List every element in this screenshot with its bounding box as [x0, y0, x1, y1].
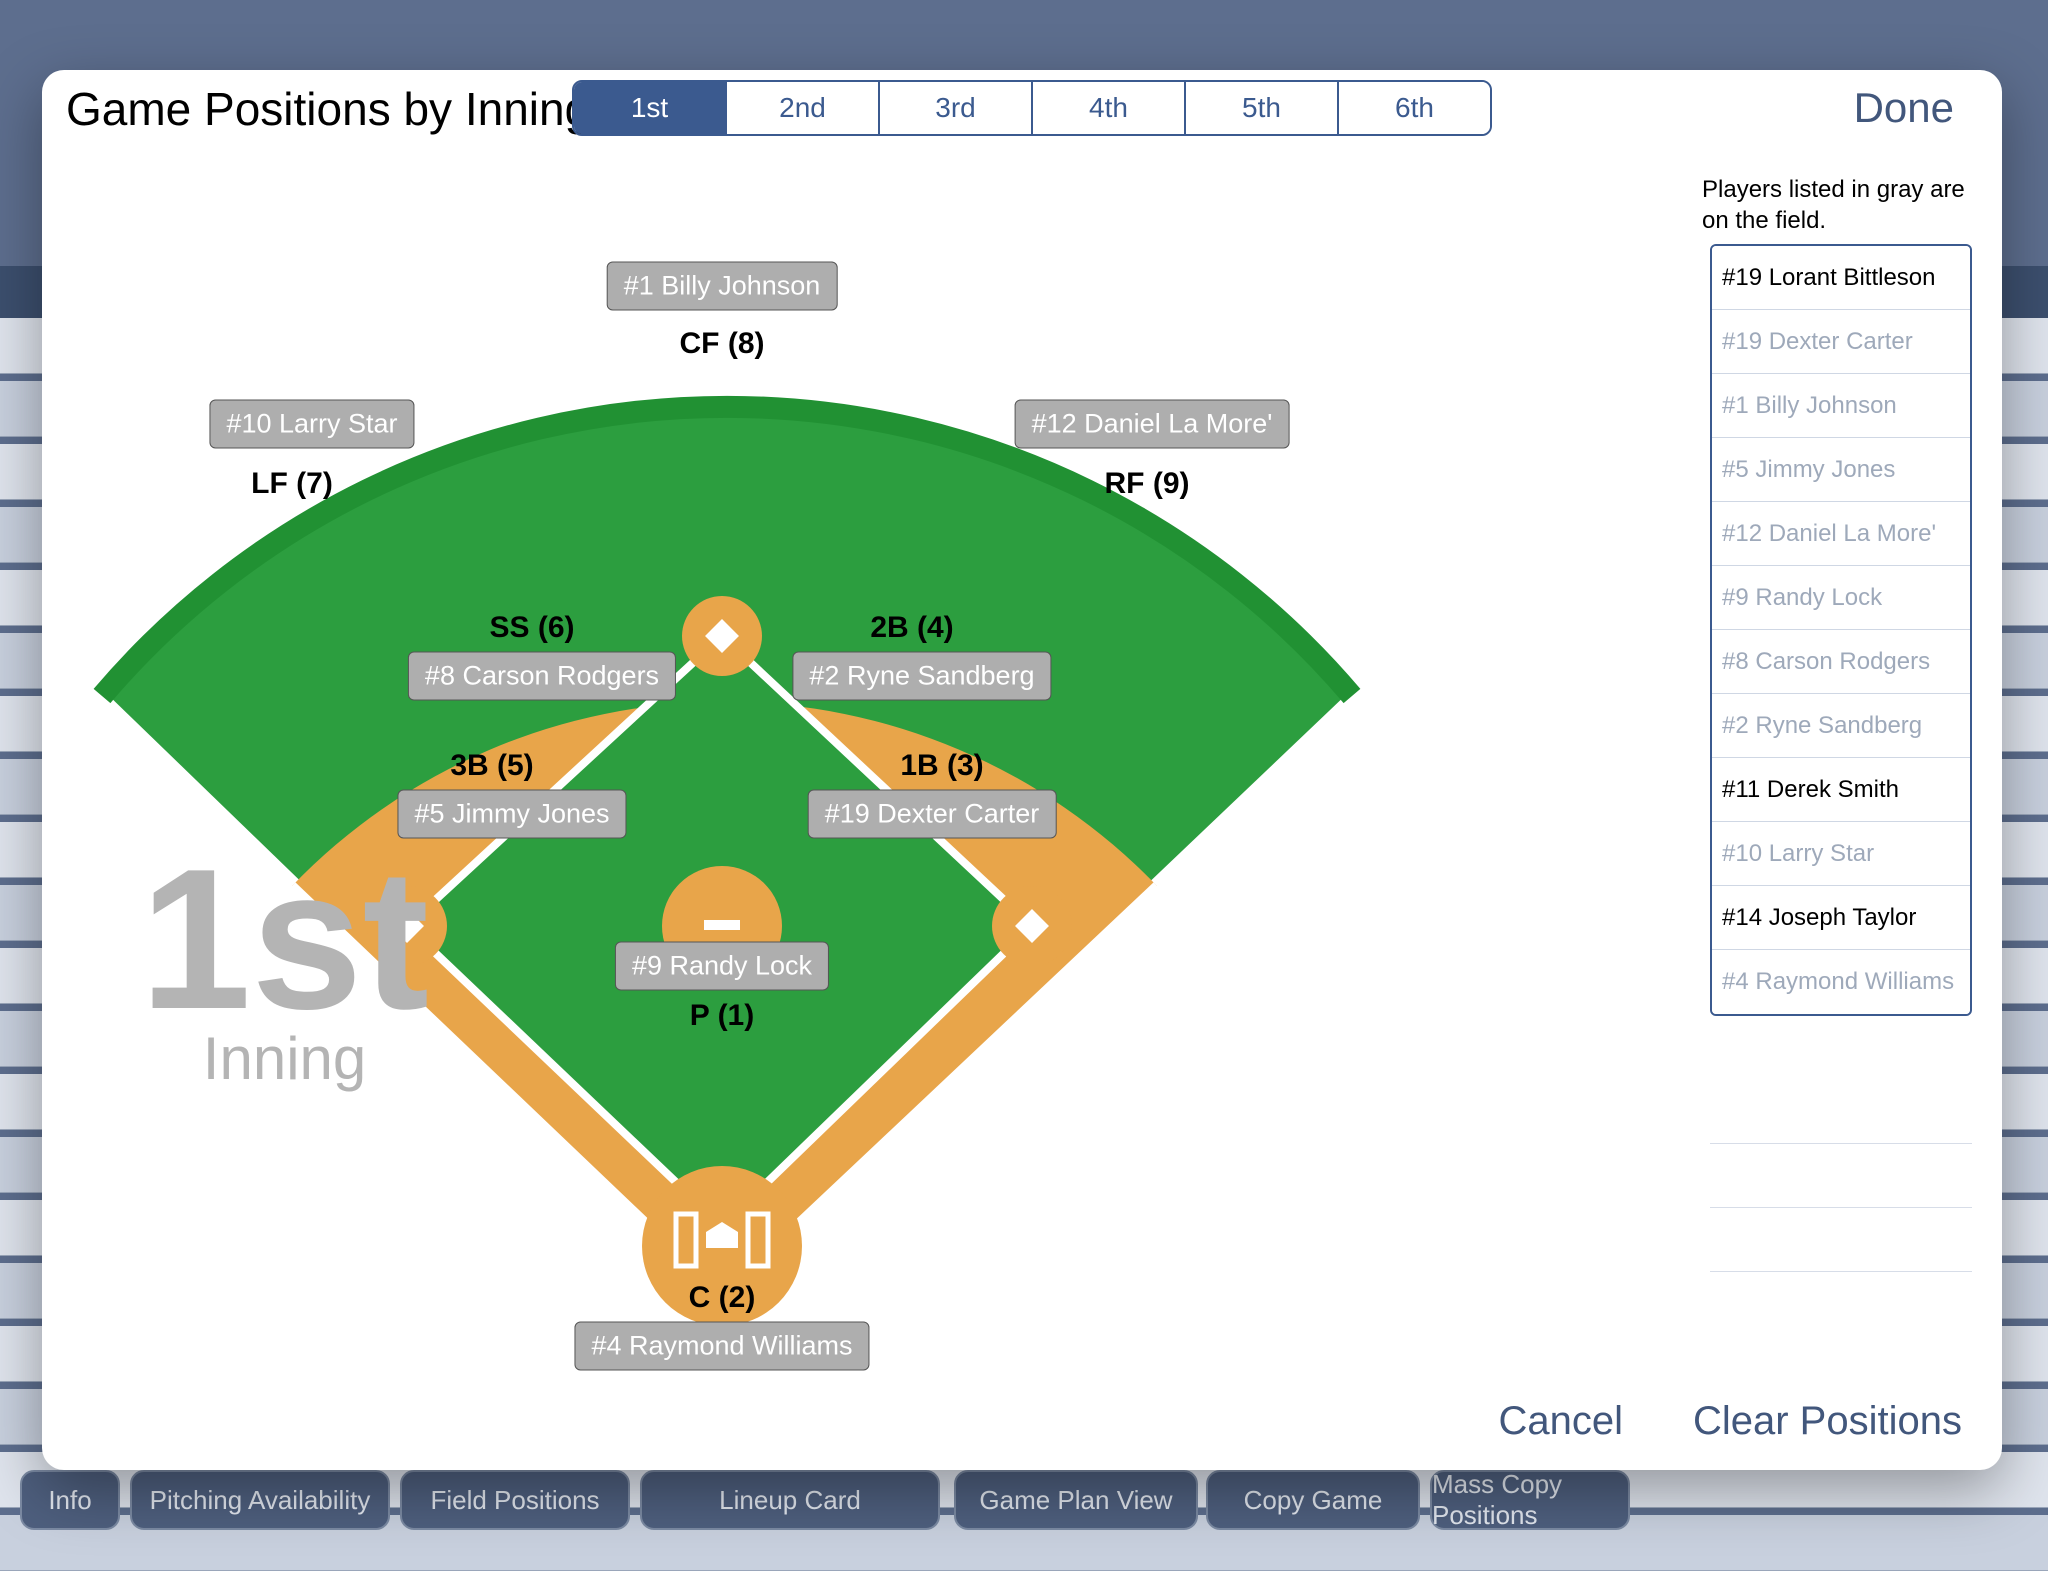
roster-list: #19 Lorant Bittleson#19 Dexter Carter#1 … — [1710, 244, 1972, 1016]
pitchers-rubber — [704, 920, 740, 930]
positions-modal: Game Positions by Inning 1st2nd3rd4th5th… — [42, 70, 2002, 1470]
roster-player[interactable]: #12 Daniel La More' — [1712, 502, 1970, 566]
bg-toolbar-button[interactable]: Game Plan View — [954, 1470, 1198, 1530]
roster-player[interactable]: #19 Dexter Carter — [1712, 310, 1970, 374]
inning-tab-1st[interactable]: 1st — [574, 82, 727, 134]
current-inning-indicator: 1st Inning — [140, 850, 429, 1093]
bg-toolbar-button[interactable]: Mass Copy Positions — [1430, 1470, 1630, 1530]
player-chip-c[interactable]: #4 Raymond Williams — [574, 1322, 869, 1371]
roster-player[interactable]: #9 Randy Lock — [1712, 566, 1970, 630]
inning-segmented-control: 1st2nd3rd4th5th6th — [572, 80, 1492, 136]
inning-tab-3rd[interactable]: 3rd — [880, 82, 1033, 134]
pos-label-c: C (2) — [689, 1281, 756, 1315]
player-chip-2b[interactable]: #2 Ryne Sandberg — [792, 652, 1051, 701]
modal-bottom-actions: Cancel Clear Positions — [1498, 1399, 1962, 1444]
pos-label-3b: 3B (5) — [450, 749, 533, 783]
roster-player[interactable]: #1 Billy Johnson — [1712, 374, 1970, 438]
roster-player[interactable]: #2 Ryne Sandberg — [1712, 694, 1970, 758]
bg-toolbar-button[interactable]: Copy Game — [1206, 1470, 1420, 1530]
pos-label-1b: 1B (3) — [900, 749, 983, 783]
pos-label-2b: 2B (4) — [870, 611, 953, 645]
roster-player[interactable]: #4 Raymond Williams — [1712, 950, 1970, 1014]
bg-toolbar-button[interactable]: Info — [20, 1470, 120, 1530]
bg-toolbar-button[interactable]: Field Positions — [400, 1470, 630, 1530]
empty-row — [1710, 1144, 1972, 1208]
player-chip-1b[interactable]: #19 Dexter Carter — [808, 790, 1057, 839]
roster-helper-text: Players listed in gray are on the field. — [1702, 174, 1972, 236]
pos-label-ss: SS (6) — [489, 611, 574, 645]
pos-label-rf: RF (9) — [1105, 467, 1190, 501]
player-chip-rf[interactable]: #12 Daniel La More' — [1015, 400, 1290, 449]
bg-toolbar-button[interactable]: Pitching Availability — [130, 1470, 390, 1530]
pos-label-lf: LF (7) — [251, 467, 333, 501]
player-chip-p[interactable]: #9 Randy Lock — [615, 942, 829, 991]
inning-tab-4th[interactable]: 4th — [1033, 82, 1186, 134]
player-chip-3b[interactable]: #5 Jimmy Jones — [397, 790, 626, 839]
empty-row — [1710, 1080, 1972, 1144]
current-inning-number: 1st — [140, 850, 429, 1030]
player-chip-ss[interactable]: #8 Carson Rodgers — [408, 652, 676, 701]
player-chip-lf[interactable]: #10 Larry Star — [209, 400, 414, 449]
roster-empty-rows — [1710, 1080, 1972, 1272]
player-chip-cf[interactable]: #1 Billy Johnson — [607, 262, 838, 311]
done-button[interactable]: Done — [1854, 84, 1954, 132]
pos-label-cf: CF (8) — [680, 327, 765, 361]
clear-positions-button[interactable]: Clear Positions — [1693, 1399, 1962, 1444]
baseball-field: CF (8) #1 Billy Johnson LF (7) #10 Larry… — [62, 166, 1462, 1446]
roster-player[interactable]: #11 Derek Smith — [1712, 758, 1970, 822]
roster-player[interactable]: #14 Joseph Taylor — [1712, 886, 1970, 950]
inning-tab-6th[interactable]: 6th — [1339, 82, 1490, 134]
roster-player[interactable]: #5 Jimmy Jones — [1712, 438, 1970, 502]
roster-player[interactable]: #19 Lorant Bittleson — [1712, 246, 1970, 310]
roster-player[interactable]: #10 Larry Star — [1712, 822, 1970, 886]
pos-label-p: P (1) — [690, 999, 754, 1033]
empty-row — [1710, 1208, 1972, 1272]
cancel-button[interactable]: Cancel — [1498, 1399, 1623, 1444]
roster-player[interactable]: #8 Carson Rodgers — [1712, 630, 1970, 694]
bg-toolbar-button[interactable]: Lineup Card — [640, 1470, 940, 1530]
inning-tab-5th[interactable]: 5th — [1186, 82, 1339, 134]
modal-title: Game Positions by Inning — [66, 82, 590, 136]
inning-tab-2nd[interactable]: 2nd — [727, 82, 880, 134]
